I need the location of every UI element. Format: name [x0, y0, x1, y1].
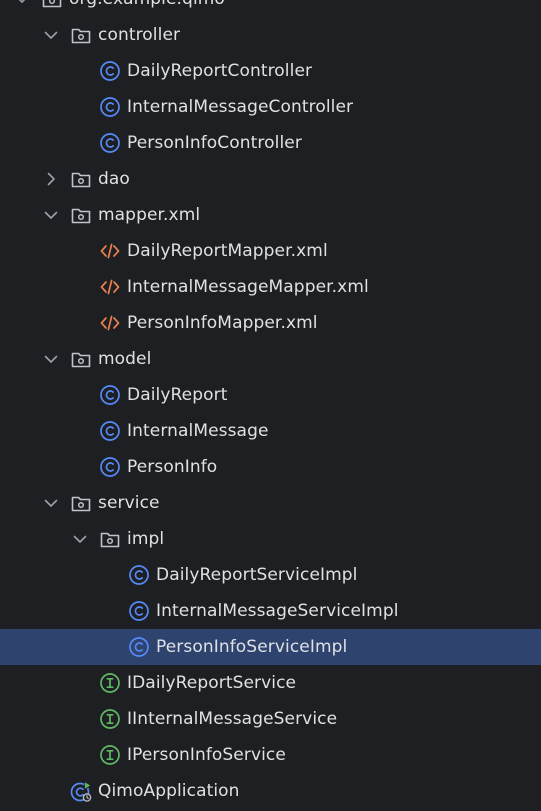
xml-file-icon — [99, 312, 121, 334]
tree-row-file-person-info-mapper-xml[interactable]: PersonInfoMapper.xml — [0, 305, 541, 341]
tree-item-label: model — [98, 349, 152, 369]
tree-row-class-internal-message-service-impl[interactable]: InternalMessageServiceImpl — [0, 593, 541, 629]
tree-row-class-daily-report-controller[interactable]: DailyReportController — [0, 53, 541, 89]
class-icon — [99, 60, 121, 82]
tree-item-label: DailyReport — [127, 385, 228, 405]
chevron-right-icon[interactable] — [43, 171, 59, 187]
tree-row-interface-iinternal-message-service[interactable]: IInternalMessageService — [0, 701, 541, 737]
tree-row-class-person-info-controller[interactable]: PersonInfoController — [0, 125, 541, 161]
package-folder-icon — [70, 492, 92, 514]
tree-item-label: PersonInfoMapper.xml — [127, 313, 318, 333]
package-folder-icon — [70, 204, 92, 226]
package-folder-icon — [70, 24, 92, 46]
package-folder-icon — [41, 0, 63, 10]
tree-item-label: InternalMessage — [127, 421, 269, 441]
tree-item-label: DailyReportMapper.xml — [127, 241, 328, 261]
tree-row-class-daily-report-service-impl[interactable]: DailyReportServiceImpl — [0, 557, 541, 593]
class-icon — [128, 636, 150, 658]
interface-icon — [99, 744, 121, 766]
chevron-down-icon[interactable] — [14, 0, 30, 7]
tree-row-package-controller[interactable]: controller — [0, 17, 541, 53]
package-folder-icon — [70, 168, 92, 190]
tree-item-label: PersonInfoServiceImpl — [156, 637, 348, 657]
tree-row-package-dao[interactable]: dao — [0, 161, 541, 197]
tree-item-label: service — [98, 493, 160, 513]
tree-row-class-internal-message-controller[interactable]: InternalMessageController — [0, 89, 541, 125]
tree-row-class-qimo-application[interactable]: QimoApplication — [0, 773, 541, 809]
tree-item-label: InternalMessageServiceImpl — [156, 601, 399, 621]
class-icon — [99, 384, 121, 406]
tree-row-package-org-example-qimo[interactable]: org.example.qimo — [0, 0, 541, 17]
tree-row-class-daily-report[interactable]: DailyReport — [0, 377, 541, 413]
tree-item-label: PersonInfo — [127, 457, 218, 477]
project-tree: org.example.qimo controller DailyReportCon… — [0, 0, 541, 811]
tree-item-label: PersonInfoController — [127, 133, 302, 153]
tree-item-label: InternalMessageController — [127, 97, 354, 117]
interface-icon — [99, 708, 121, 730]
class-icon — [128, 564, 150, 586]
package-folder-icon — [70, 348, 92, 370]
tree-item-label: IDailyReportService — [127, 673, 297, 693]
tree-item-label: QimoApplication — [98, 781, 240, 801]
xml-file-icon — [99, 240, 121, 262]
tree-item-label: DailyReportController — [127, 61, 313, 81]
package-folder-icon — [99, 528, 121, 550]
chevron-down-icon[interactable] — [72, 531, 88, 547]
tree-row-package-model[interactable]: model — [0, 341, 541, 377]
tree-row-file-internal-message-mapper-xml[interactable]: InternalMessageMapper.xml — [0, 269, 541, 305]
tree-item-label: IPersonInfoService — [127, 745, 286, 765]
tree-item-label: dao — [98, 169, 130, 189]
class-icon — [99, 132, 121, 154]
tree-item-label: org.example.qimo — [69, 0, 225, 17]
tree-row-interface-iperson-info-service[interactable]: IPersonInfoService — [0, 737, 541, 773]
class-icon — [128, 600, 150, 622]
chevron-down-icon[interactable] — [43, 495, 59, 511]
xml-file-icon — [99, 276, 121, 298]
application-class-icon — [70, 780, 92, 802]
chevron-down-icon[interactable] — [43, 27, 59, 43]
tree-item-label: controller — [98, 25, 181, 45]
interface-icon — [99, 672, 121, 694]
tree-item-label: mapper.xml — [98, 205, 201, 225]
class-icon — [99, 420, 121, 442]
tree-row-interface-idaily-report-service[interactable]: IDailyReportService — [0, 665, 541, 701]
tree-row-package-service[interactable]: service — [0, 485, 541, 521]
tree-item-label: InternalMessageMapper.xml — [127, 277, 369, 297]
chevron-down-icon[interactable] — [43, 207, 59, 223]
chevron-down-icon[interactable] — [43, 351, 59, 367]
class-icon — [99, 456, 121, 478]
tree-row-class-person-info[interactable]: PersonInfo — [0, 449, 541, 485]
class-icon — [99, 96, 121, 118]
tree-row-package-mapper-xml[interactable]: mapper.xml — [0, 197, 541, 233]
tree-row-file-daily-report-mapper-xml[interactable]: DailyReportMapper.xml — [0, 233, 541, 269]
tree-item-label: IInternalMessageService — [127, 709, 338, 729]
tree-row-class-person-info-service-impl[interactable]: PersonInfoServiceImpl — [0, 629, 541, 665]
tree-item-label: impl — [127, 529, 165, 549]
tree-item-label: DailyReportServiceImpl — [156, 565, 358, 585]
tree-row-class-internal-message[interactable]: InternalMessage — [0, 413, 541, 449]
tree-row-package-impl[interactable]: impl — [0, 521, 541, 557]
